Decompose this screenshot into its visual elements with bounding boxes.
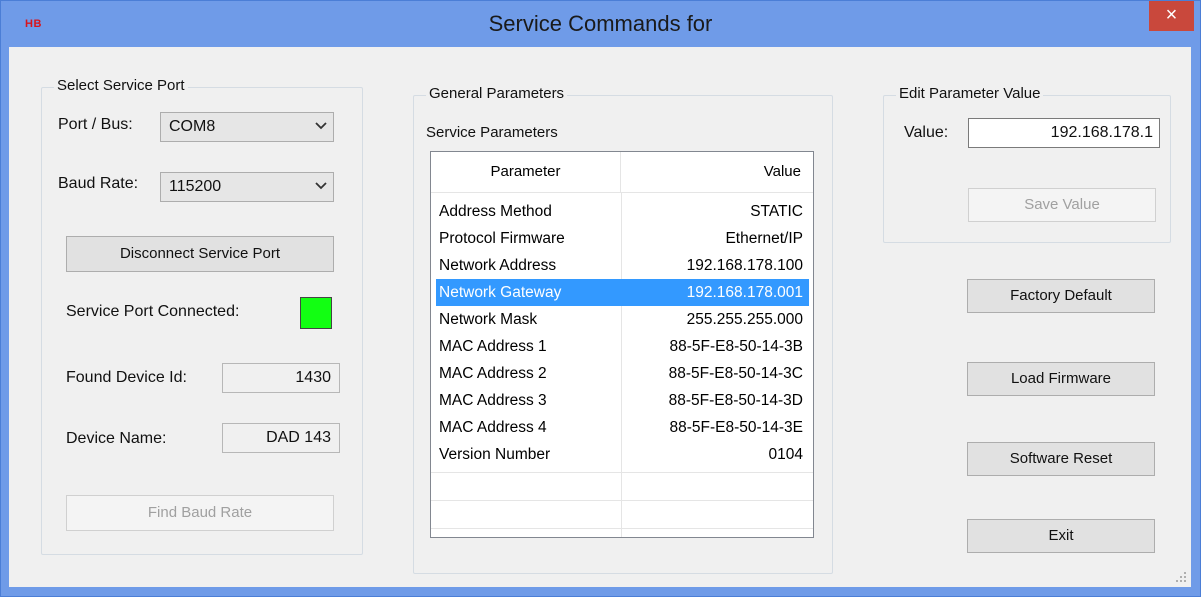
parameter-value: 88-5F-E8-50-14-3B	[669, 338, 803, 355]
chevron-down-icon	[315, 122, 327, 130]
found-device-id-label: Found Device Id:	[66, 369, 187, 386]
title-bar[interactable]: HB Service Commands for ×	[1, 1, 1200, 47]
list-item[interactable]: Protocol Firmware Ethernet/IP	[436, 225, 809, 252]
list-item[interactable]: Version Number 0104	[436, 441, 809, 468]
parameter-name: Network Gateway	[439, 284, 562, 301]
baud-rate-select[interactable]: 115200	[160, 172, 334, 202]
device-name-label: Device Name:	[66, 430, 167, 447]
column-header-value[interactable]: Value	[621, 152, 809, 192]
parameter-value: 0104	[768, 446, 803, 463]
row-gridline	[431, 500, 813, 501]
parameter-name: MAC Address 4	[439, 419, 547, 436]
device-name-field: DAD 143	[222, 423, 340, 453]
edit-parameter-value-group: Edit Parameter Value Value: 192.168.178.…	[883, 85, 1171, 243]
parameter-value: 88-5F-E8-50-14-3D	[668, 392, 803, 409]
parameter-name: Version Number	[439, 446, 551, 463]
parameter-value: 88-5F-E8-50-14-3C	[668, 365, 803, 382]
port-bus-value: COM8	[169, 118, 216, 135]
list-header: Parameter Value	[431, 152, 813, 193]
client-area: Select Service Port Port / Bus: COM8 Bau…	[9, 47, 1191, 587]
parameter-value: Ethernet/IP	[725, 230, 803, 247]
value-label: Value:	[904, 124, 949, 141]
service-commands-window: HB Service Commands for × Select Service…	[0, 0, 1201, 597]
close-button[interactable]: ×	[1149, 1, 1194, 31]
load-firmware-button[interactable]: Load Firmware	[967, 362, 1155, 396]
row-gridline	[431, 472, 813, 473]
baud-rate-label: Baud Rate:	[58, 175, 139, 192]
service-parameters-label: Service Parameters	[426, 124, 558, 141]
factory-default-button[interactable]: Factory Default	[967, 279, 1155, 313]
list-item[interactable]: Address Method STATIC	[436, 198, 809, 225]
group-label: General Parameters	[426, 85, 568, 102]
exit-button[interactable]: Exit	[967, 519, 1155, 553]
parameter-value: 192.168.178.001	[686, 284, 803, 301]
general-parameters-group: General Parameters Service Parameters Pa…	[413, 85, 833, 574]
chevron-down-icon	[315, 182, 327, 190]
parameter-name: MAC Address 1	[439, 338, 547, 355]
parameter-value: 192.168.178.100	[686, 257, 803, 274]
parameter-name: Network Address	[439, 257, 557, 274]
row-gridline	[431, 528, 813, 529]
save-value-button[interactable]: Save Value	[968, 188, 1156, 222]
parameter-value: 255.255.255.000	[686, 311, 803, 328]
parameter-name: MAC Address 2	[439, 365, 547, 382]
parameter-value: STATIC	[750, 203, 803, 220]
parameter-name: Address Method	[439, 203, 552, 220]
device-id-field: 1430	[222, 363, 340, 393]
select-service-port-group: Select Service Port Port / Bus: COM8 Bau…	[41, 77, 363, 555]
service-parameters-list[interactable]: Parameter Value Address Method STATIC Pro…	[430, 151, 814, 538]
connection-status-indicator	[300, 297, 332, 329]
list-item[interactable]: MAC Address 2 88-5F-E8-50-14-3C	[436, 360, 809, 387]
group-label: Select Service Port	[54, 77, 188, 94]
parameter-name: MAC Address 3	[439, 392, 547, 409]
list-item[interactable]: MAC Address 4 88-5F-E8-50-14-3E	[436, 414, 809, 441]
port-bus-select[interactable]: COM8	[160, 112, 334, 142]
list-item[interactable]: Network Address 192.168.178.100	[436, 252, 809, 279]
list-item[interactable]: Network Mask 255.255.255.000	[436, 306, 809, 333]
list-item-selected[interactable]: Network Gateway 192.168.178.001	[436, 279, 809, 306]
software-reset-button[interactable]: Software Reset	[967, 442, 1155, 476]
column-header-parameter[interactable]: Parameter	[431, 152, 621, 192]
list-item[interactable]: MAC Address 3 88-5F-E8-50-14-3D	[436, 387, 809, 414]
window-title: Service Commands for	[488, 11, 713, 36]
parameter-value-input[interactable]: 192.168.178.1	[968, 118, 1160, 148]
find-baud-rate-button[interactable]: Find Baud Rate	[66, 495, 334, 531]
parameter-name: Network Mask	[439, 311, 538, 328]
service-port-connected-label: Service Port Connected:	[66, 303, 240, 320]
parameter-name: Protocol Firmware	[439, 230, 565, 247]
baud-rate-value: 115200	[169, 178, 222, 195]
list-item[interactable]: MAC Address 1 88-5F-E8-50-14-3B	[436, 333, 809, 360]
group-label: Edit Parameter Value	[896, 85, 1044, 102]
parameter-value: 88-5F-E8-50-14-3E	[669, 419, 803, 436]
port-bus-label: Port / Bus:	[58, 116, 133, 133]
resize-grip-icon[interactable]	[1175, 571, 1187, 583]
disconnect-service-port-button[interactable]: Disconnect Service Port	[66, 236, 334, 272]
